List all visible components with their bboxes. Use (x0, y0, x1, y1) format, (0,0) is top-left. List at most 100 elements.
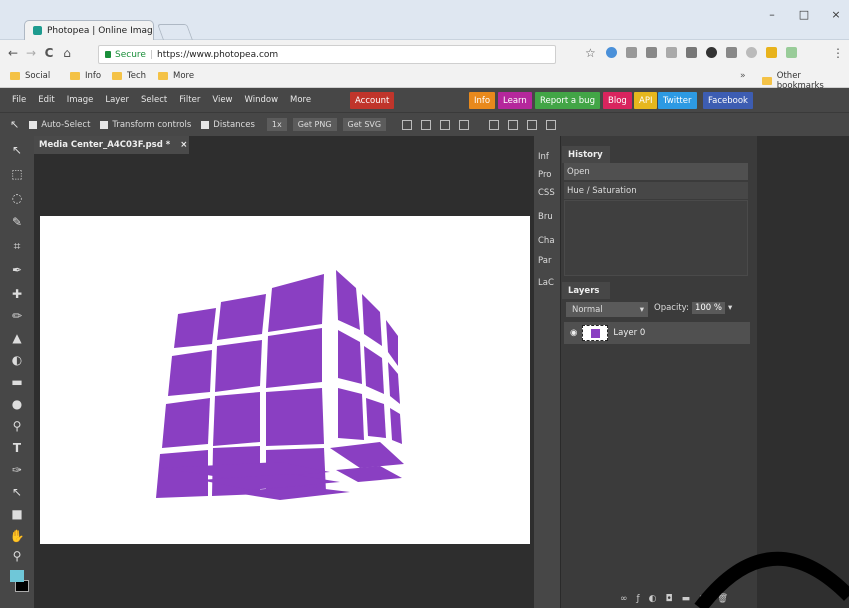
adjustment-icon[interactable]: ◐ (649, 594, 657, 604)
gradient-tool-icon[interactable]: ▬ (9, 374, 25, 390)
menu-image[interactable]: Image (67, 95, 94, 105)
browser-tab[interactable]: Photopea | Online Image × (24, 20, 154, 40)
align-left-icon[interactable] (402, 119, 413, 130)
close-window-button[interactable]: × (826, 8, 846, 21)
pen-tool-icon[interactable]: ✑ (9, 462, 25, 478)
type-tool-icon[interactable]: T (9, 440, 25, 456)
menu-view[interactable]: View (212, 95, 232, 105)
eyedropper-tool-icon[interactable]: ✒ (9, 262, 25, 278)
transform-controls-checkbox[interactable]: Transform controls (100, 120, 191, 130)
lasso-tool-icon[interactable]: ◌ (9, 190, 25, 206)
panel-tab-css[interactable]: CSS (534, 182, 560, 204)
facebook-button[interactable]: Facebook (703, 92, 753, 109)
document-tab[interactable]: Media Center_A4C03F.psd * × (34, 136, 189, 154)
bookmark-info[interactable]: Info (70, 71, 101, 81)
close-document-icon[interactable]: × (180, 140, 187, 150)
distances-checkbox[interactable]: Distances (201, 120, 255, 130)
align-center-icon[interactable] (421, 119, 432, 130)
extension-icon[interactable] (766, 47, 777, 58)
marquee-tool-icon[interactable]: ⬚ (9, 166, 25, 182)
bookmark-more[interactable]: More (158, 71, 194, 81)
opacity-value[interactable]: 100 % (691, 302, 725, 314)
extension-icon[interactable] (786, 47, 797, 58)
zoom-tool-icon[interactable]: ⚲ (9, 548, 25, 564)
history-panel-tab[interactable]: History (562, 146, 610, 163)
bookmark-star-icon[interactable]: ☆ (585, 46, 596, 60)
info-button[interactable]: Info (469, 92, 496, 109)
maximize-button[interactable]: □ (794, 8, 814, 21)
auto-select-checkbox[interactable]: Auto-Select (29, 120, 90, 130)
bookmark-tech[interactable]: Tech (112, 71, 146, 81)
reload-icon[interactable]: C (42, 46, 56, 60)
distribute-vertical-icon[interactable] (546, 119, 557, 130)
link-icon[interactable]: ∞ (620, 594, 628, 604)
align-right-icon[interactable] (440, 119, 451, 130)
extension-icon[interactable] (686, 47, 697, 58)
align-middle-icon[interactable] (508, 119, 519, 130)
api-button[interactable]: API (634, 92, 658, 109)
panel-tab-character[interactable]: Cha (534, 230, 560, 252)
menu-window[interactable]: Window (245, 95, 279, 105)
address-bar[interactable]: Secure | https://www.photopea.com (98, 45, 556, 64)
menu-file[interactable]: File (12, 95, 26, 105)
get-png-button[interactable]: Get PNG (292, 118, 337, 131)
healing-tool-icon[interactable]: ✚ (9, 286, 25, 302)
folder-icon[interactable]: ▬ (682, 594, 691, 604)
hand-tool-icon[interactable]: ✋ (9, 528, 25, 544)
panel-tab-paragraph[interactable]: Par (534, 250, 560, 272)
move-tool-icon[interactable]: ↖ (9, 142, 25, 158)
home-icon[interactable]: ⌂ (60, 46, 74, 60)
menu-edit[interactable]: Edit (38, 95, 54, 105)
extension-icon[interactable] (746, 47, 757, 58)
layers-panel-tab[interactable]: Layers (562, 282, 610, 299)
distribute-icon[interactable] (459, 119, 470, 130)
panel-tab-layer-comps[interactable]: LaC (534, 272, 560, 294)
history-item[interactable]: Open (564, 163, 748, 180)
extension-icon[interactable] (626, 47, 637, 58)
opacity-control[interactable]: Opacity: 100 % ▾ (654, 302, 732, 314)
zoom-dropdown[interactable]: 1x (266, 118, 287, 131)
twitter-button[interactable]: Twitter (658, 92, 697, 109)
menu-filter[interactable]: Filter (179, 95, 200, 105)
blend-mode-dropdown[interactable]: Normal ▾ (566, 302, 648, 317)
back-icon[interactable]: ← (6, 46, 20, 60)
report-bug-button[interactable]: Report a bug (535, 92, 600, 109)
get-svg-button[interactable]: Get SVG (342, 118, 387, 131)
mask-icon[interactable]: ◘ (666, 594, 673, 604)
align-bottom-icon[interactable] (527, 119, 538, 130)
path-select-tool-icon[interactable]: ↖ (9, 484, 25, 500)
blur-tool-icon[interactable]: ● (9, 396, 25, 412)
account-button[interactable]: Account (350, 92, 395, 109)
quick-select-tool-icon[interactable]: ✎ (9, 214, 25, 230)
extension-icon[interactable] (646, 47, 657, 58)
brush-tool-icon[interactable]: ✏ (9, 308, 25, 324)
eye-icon[interactable]: ◉ (570, 328, 577, 338)
dodge-tool-icon[interactable]: ⚲ (9, 418, 25, 434)
menu-layer[interactable]: Layer (105, 95, 129, 105)
blog-button[interactable]: Blog (603, 92, 632, 109)
extension-icon[interactable] (726, 47, 737, 58)
history-item[interactable]: Hue / Saturation (564, 182, 748, 199)
stamp-tool-icon[interactable]: ▲ (9, 330, 25, 346)
menu-select[interactable]: Select (141, 95, 167, 105)
fx-icon[interactable]: ƒ (637, 594, 640, 604)
extension-icon[interactable] (706, 47, 717, 58)
learn-button[interactable]: Learn (498, 92, 532, 109)
shape-tool-icon[interactable]: ■ (9, 506, 25, 522)
extension-icon[interactable] (606, 47, 617, 58)
extension-icon[interactable] (666, 47, 677, 58)
eraser-tool-icon[interactable]: ◐ (9, 352, 25, 368)
minimize-button[interactable]: – (762, 8, 782, 21)
new-tab-button[interactable] (157, 24, 193, 40)
chrome-menu-icon[interactable]: ⋮ (832, 46, 844, 60)
bookmark-social[interactable]: Social (10, 71, 50, 81)
panel-tab-brush[interactable]: Bru (534, 206, 560, 228)
menu-more[interactable]: More (290, 95, 311, 105)
bookmarks-overflow-icon[interactable]: » (740, 71, 746, 81)
align-top-icon[interactable] (489, 119, 500, 130)
canvas[interactable] (40, 216, 530, 544)
foreground-color-swatch[interactable] (10, 570, 24, 582)
forward-icon[interactable]: → (24, 46, 38, 60)
crop-tool-icon[interactable]: ⌗ (9, 238, 25, 254)
layer-row[interactable]: ◉ Layer 0 (564, 322, 750, 344)
